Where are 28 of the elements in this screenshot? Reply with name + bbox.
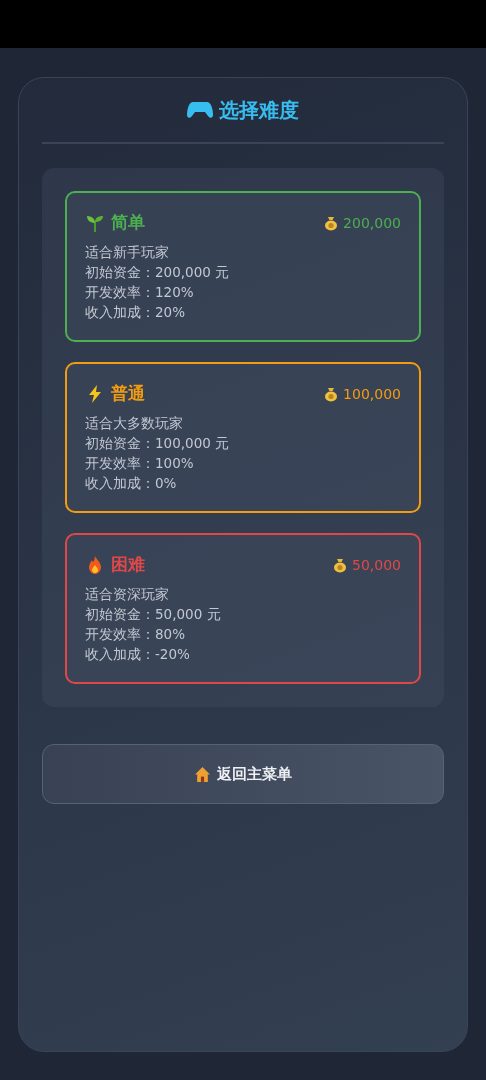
page-title: 选择难度	[219, 96, 299, 124]
difficulty-card[interactable]: 简单 200,000 适合新手玩家 初始资金：200,000 元 开发效率：120% 收入加成：20%	[65, 191, 421, 342]
difficulty-detail: 开发效率：120%	[85, 283, 195, 302]
difficulty-name: 普通	[111, 382, 145, 405]
difficulty-detail: 初始资金：200,000 元	[85, 263, 231, 282]
money-bag-icon	[323, 385, 340, 402]
difficulty-detail: 适合新手玩家	[85, 243, 170, 262]
money-bag-icon	[323, 214, 340, 231]
difficulty-name: 困难	[111, 553, 145, 576]
difficulty-card[interactable]: 困难 50,000 适合资深玩家 初始资金：50,000 元 开发效率：80% 收入加成：-20%	[65, 533, 421, 684]
difficulty-detail: 收入加成：0%	[85, 474, 178, 493]
money-bag-icon	[332, 556, 348, 573]
funds-amount: 100,000	[343, 385, 401, 402]
gamepad-icon	[187, 101, 213, 119]
funds-amount: 200,000	[343, 214, 401, 231]
difficulty-detail: 开发效率：80%	[85, 625, 186, 644]
difficulty-detail: 收入加成：20%	[85, 303, 186, 322]
difficulty-detail: 初始资金：100,000 元	[85, 434, 231, 453]
difficulty-detail: 初始资金：50,000 元	[85, 605, 222, 624]
difficulty-detail: 收入加成：-20%	[85, 645, 191, 664]
difficulty-detail: 适合大多数玩家	[85, 414, 184, 433]
funds-amount: 50,000	[352, 556, 401, 573]
house-icon	[194, 765, 211, 783]
back-button[interactable]: 返回主菜单	[42, 744, 444, 804]
difficulty-detail: 适合资深玩家	[85, 585, 170, 604]
difficulty-card[interactable]: 普通 100,000 适合大多数玩家 初始资金：100,000 元 开发效率：100% 收入加成：0%	[65, 362, 421, 513]
difficulty-detail: 开发效率：100%	[85, 454, 195, 473]
difficulty-name: 简单	[111, 211, 145, 234]
